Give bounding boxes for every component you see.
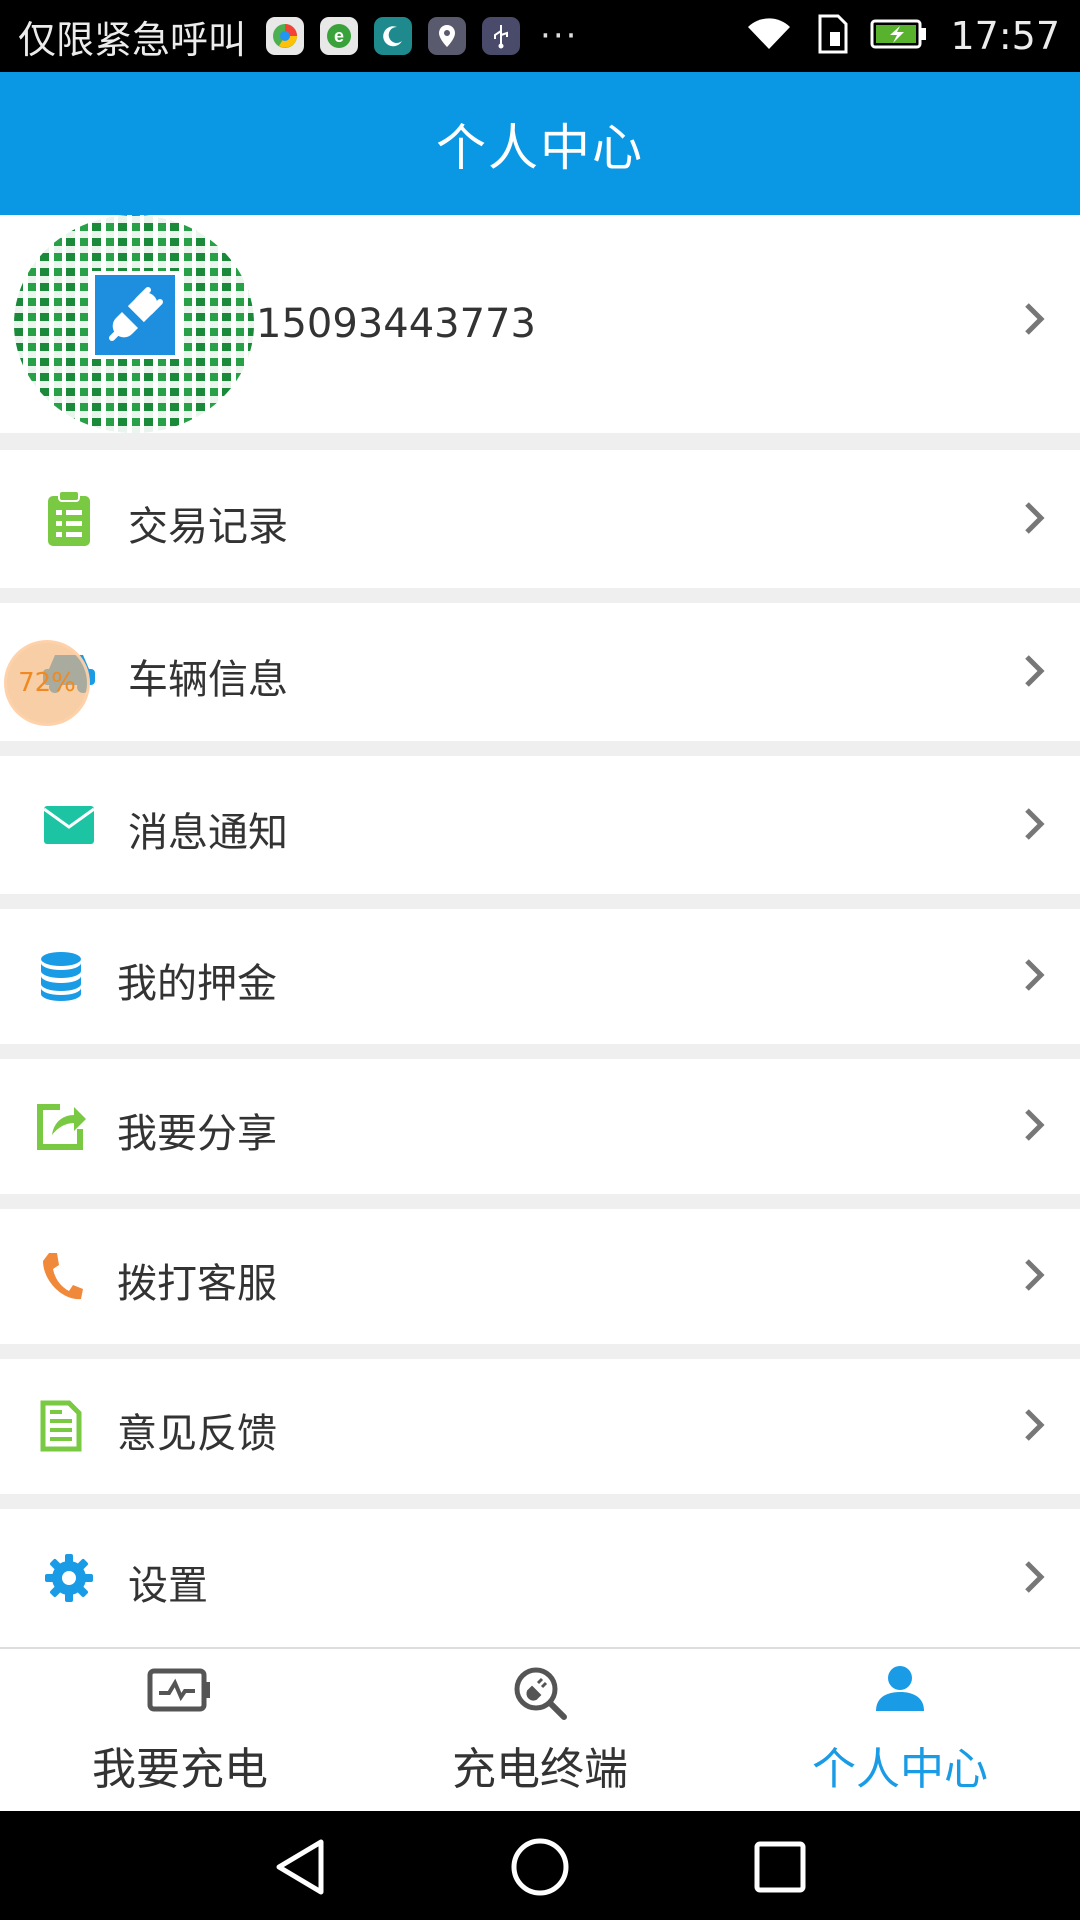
bottom-tab-bar: 我要充电 充电终端 个人中心 — [0, 1647, 1080, 1811]
menu-item-label: 我要分享 — [117, 1111, 277, 1157]
avatar[interactable] — [14, 215, 254, 433]
menu-item-notifications[interactable]: 消息通知 — [0, 756, 1080, 894]
chevron-right-icon — [1022, 955, 1046, 999]
chevron-right-icon — [1022, 804, 1046, 848]
phone-icon — [26, 1241, 96, 1311]
menu-item-label: 意见反馈 — [117, 1411, 277, 1457]
mail-icon — [34, 790, 104, 860]
plug-logo-icon — [91, 271, 179, 359]
menu-item-transaction-records[interactable]: 交易记录 — [0, 450, 1080, 588]
floating-memory-bubble[interactable]: 72% — [4, 640, 90, 726]
status-bar: 仅限紧急呼叫 e ··· 17:57 — [0, 0, 1080, 72]
tab-label: 我要充电 — [92, 1744, 268, 1795]
menu-item-settings[interactable]: 设置 — [0, 1509, 1080, 1647]
chevron-right-icon — [1022, 299, 1046, 343]
tab-charge[interactable]: 我要充电 — [0, 1649, 360, 1813]
chevron-right-icon — [1022, 651, 1046, 695]
menu-item-label: 拨打客服 — [117, 1261, 277, 1307]
profile-row[interactable]: 15093443773 — [0, 215, 1080, 433]
battery-icon — [870, 18, 928, 54]
tab-label: 充电终端 — [452, 1744, 628, 1795]
share-icon — [26, 1091, 96, 1161]
tab-charging-terminals[interactable]: 充电终端 — [360, 1649, 720, 1813]
bubble-percentage: 72% — [18, 668, 76, 698]
clock: 17:57 — [950, 14, 1060, 58]
menu-item-label: 交易记录 — [128, 504, 288, 550]
gear-icon — [34, 1543, 104, 1613]
browser-icon — [266, 17, 305, 55]
tab-label: 个人中心 — [812, 1744, 988, 1795]
menu-item-feedback[interactable]: 意见反馈 — [0, 1359, 1080, 1494]
menu-item-deposit[interactable]: 我的押金 — [0, 909, 1080, 1044]
menu-item-share[interactable]: 我要分享 — [0, 1059, 1080, 1194]
back-icon[interactable] — [268, 1835, 332, 1899]
clipboard-icon — [34, 484, 104, 554]
wifi-icon — [746, 15, 792, 57]
person-icon — [720, 1665, 1080, 1721]
svg-text:e: e — [334, 26, 344, 46]
chevron-right-icon — [1022, 1105, 1046, 1149]
chevron-right-icon — [1022, 498, 1046, 542]
e-browser-icon: e — [320, 17, 359, 55]
location-icon — [428, 17, 467, 55]
carrier-text: 仅限紧急呼叫 — [18, 17, 247, 62]
page-title: 个人中心 — [436, 118, 644, 177]
home-icon[interactable] — [508, 1835, 572, 1899]
profile-phone: 15093443773 — [256, 301, 536, 347]
tab-personal-center[interactable]: 个人中心 — [720, 1649, 1080, 1813]
menu-item-label: 消息通知 — [128, 810, 288, 856]
chevron-right-icon — [1022, 1557, 1046, 1601]
menu-item-label: 设置 — [128, 1563, 208, 1609]
chevron-right-icon — [1022, 1405, 1046, 1449]
menu-item-label: 车辆信息 — [128, 657, 288, 703]
chevron-right-icon — [1022, 1255, 1046, 1299]
recents-icon[interactable] — [748, 1835, 812, 1899]
title-bar: 个人中心 — [0, 72, 1080, 215]
sim-icon — [814, 14, 848, 58]
terminal-search-icon — [360, 1665, 720, 1721]
database-icon — [26, 941, 96, 1011]
menu-item-vehicle-info[interactable]: 车辆信息 — [0, 603, 1080, 741]
moon-icon — [374, 17, 413, 55]
feedback-icon — [26, 1391, 96, 1461]
charge-icon — [0, 1665, 360, 1721]
menu-item-customer-service[interactable]: 拨打客服 — [0, 1209, 1080, 1344]
overflow-indicator: ··· — [540, 16, 579, 56]
menu-item-label: 我的押金 — [117, 961, 277, 1007]
usb-icon — [482, 17, 521, 55]
system-nav-bar — [0, 1811, 1080, 1920]
